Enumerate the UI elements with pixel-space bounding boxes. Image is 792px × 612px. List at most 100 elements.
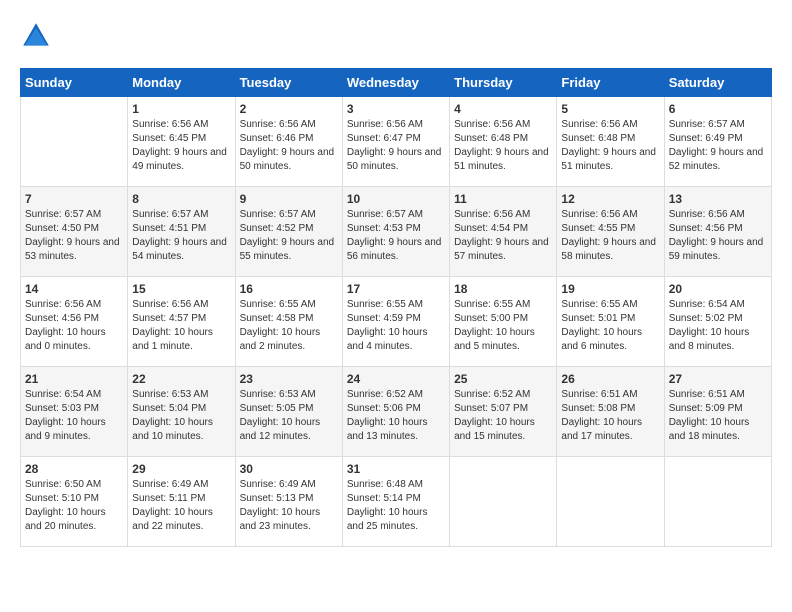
sunrise: Sunrise: 6:52 AM xyxy=(454,389,530,400)
day-info: Sunrise: 6:48 AM Sunset: 5:14 PM Dayligh… xyxy=(347,478,445,534)
sunset: Sunset: 4:54 PM xyxy=(454,223,528,234)
sunrise: Sunrise: 6:55 AM xyxy=(240,299,316,310)
sunset: Sunset: 6:48 PM xyxy=(454,133,528,144)
sunrise: Sunrise: 6:53 AM xyxy=(240,389,316,400)
sunrise: Sunrise: 6:56 AM xyxy=(561,209,637,220)
calendar-cell: 24 Sunrise: 6:52 AM Sunset: 5:06 PM Dayl… xyxy=(342,367,449,457)
daylight: Daylight: 10 hours and 17 minutes. xyxy=(561,417,642,442)
sunrise: Sunrise: 6:54 AM xyxy=(669,299,745,310)
daylight: Daylight: 10 hours and 23 minutes. xyxy=(240,507,321,532)
day-number: 26 xyxy=(561,372,659,386)
calendar-cell: 29 Sunrise: 6:49 AM Sunset: 5:11 PM Dayl… xyxy=(128,457,235,547)
calendar-cell: 25 Sunrise: 6:52 AM Sunset: 5:07 PM Dayl… xyxy=(450,367,557,457)
calendar-cell xyxy=(664,457,771,547)
calendar-cell: 13 Sunrise: 6:56 AM Sunset: 4:56 PM Dayl… xyxy=(664,187,771,277)
day-info: Sunrise: 6:55 AM Sunset: 4:58 PM Dayligh… xyxy=(240,298,338,354)
sunset: Sunset: 5:01 PM xyxy=(561,313,635,324)
day-info: Sunrise: 6:57 AM Sunset: 4:53 PM Dayligh… xyxy=(347,208,445,264)
sunset: Sunset: 5:05 PM xyxy=(240,403,314,414)
calendar-cell: 22 Sunrise: 6:53 AM Sunset: 5:04 PM Dayl… xyxy=(128,367,235,457)
day-number: 28 xyxy=(25,462,123,476)
calendar-cell: 31 Sunrise: 6:48 AM Sunset: 5:14 PM Dayl… xyxy=(342,457,449,547)
calendar-cell: 5 Sunrise: 6:56 AM Sunset: 6:48 PM Dayli… xyxy=(557,97,664,187)
day-info: Sunrise: 6:51 AM Sunset: 5:08 PM Dayligh… xyxy=(561,388,659,444)
daylight: Daylight: 10 hours and 9 minutes. xyxy=(25,417,106,442)
daylight: Daylight: 9 hours and 56 minutes. xyxy=(347,237,442,262)
sunset: Sunset: 6:48 PM xyxy=(561,133,635,144)
day-number: 24 xyxy=(347,372,445,386)
sunset: Sunset: 5:06 PM xyxy=(347,403,421,414)
day-number: 30 xyxy=(240,462,338,476)
daylight: Daylight: 9 hours and 50 minutes. xyxy=(240,147,335,172)
daylight: Daylight: 9 hours and 51 minutes. xyxy=(561,147,656,172)
calendar-cell: 19 Sunrise: 6:55 AM Sunset: 5:01 PM Dayl… xyxy=(557,277,664,367)
day-info: Sunrise: 6:56 AM Sunset: 6:47 PM Dayligh… xyxy=(347,118,445,174)
calendar-cell xyxy=(21,97,128,187)
day-number: 8 xyxy=(132,192,230,206)
daylight: Daylight: 9 hours and 58 minutes. xyxy=(561,237,656,262)
sunrise: Sunrise: 6:56 AM xyxy=(240,119,316,130)
sunset: Sunset: 4:51 PM xyxy=(132,223,206,234)
sunrise: Sunrise: 6:56 AM xyxy=(132,299,208,310)
sunrise: Sunrise: 6:56 AM xyxy=(669,209,745,220)
sunrise: Sunrise: 6:48 AM xyxy=(347,479,423,490)
sunrise: Sunrise: 6:52 AM xyxy=(347,389,423,400)
day-info: Sunrise: 6:55 AM Sunset: 4:59 PM Dayligh… xyxy=(347,298,445,354)
daylight: Daylight: 10 hours and 10 minutes. xyxy=(132,417,213,442)
calendar-cell: 16 Sunrise: 6:55 AM Sunset: 4:58 PM Dayl… xyxy=(235,277,342,367)
header-friday: Friday xyxy=(557,69,664,97)
daylight: Daylight: 9 hours and 51 minutes. xyxy=(454,147,549,172)
calendar-cell xyxy=(557,457,664,547)
calendar-cell: 26 Sunrise: 6:51 AM Sunset: 5:08 PM Dayl… xyxy=(557,367,664,457)
sunset: Sunset: 6:46 PM xyxy=(240,133,314,144)
sunset: Sunset: 6:47 PM xyxy=(347,133,421,144)
day-number: 12 xyxy=(561,192,659,206)
day-number: 4 xyxy=(454,102,552,116)
sunrise: Sunrise: 6:56 AM xyxy=(561,119,637,130)
sunset: Sunset: 4:57 PM xyxy=(132,313,206,324)
header-wednesday: Wednesday xyxy=(342,69,449,97)
day-info: Sunrise: 6:57 AM Sunset: 4:50 PM Dayligh… xyxy=(25,208,123,264)
calendar-cell: 14 Sunrise: 6:56 AM Sunset: 4:56 PM Dayl… xyxy=(21,277,128,367)
day-info: Sunrise: 6:56 AM Sunset: 4:54 PM Dayligh… xyxy=(454,208,552,264)
daylight: Daylight: 10 hours and 15 minutes. xyxy=(454,417,535,442)
sunrise: Sunrise: 6:54 AM xyxy=(25,389,101,400)
calendar-table: SundayMondayTuesdayWednesdayThursdayFrid… xyxy=(20,68,772,547)
sunset: Sunset: 4:56 PM xyxy=(669,223,743,234)
calendar-cell: 1 Sunrise: 6:56 AM Sunset: 6:45 PM Dayli… xyxy=(128,97,235,187)
day-info: Sunrise: 6:56 AM Sunset: 4:56 PM Dayligh… xyxy=(25,298,123,354)
day-info: Sunrise: 6:55 AM Sunset: 5:00 PM Dayligh… xyxy=(454,298,552,354)
day-info: Sunrise: 6:56 AM Sunset: 4:55 PM Dayligh… xyxy=(561,208,659,264)
sunset: Sunset: 4:53 PM xyxy=(347,223,421,234)
calendar-cell: 4 Sunrise: 6:56 AM Sunset: 6:48 PM Dayli… xyxy=(450,97,557,187)
sunset: Sunset: 4:50 PM xyxy=(25,223,99,234)
day-number: 7 xyxy=(25,192,123,206)
day-number: 18 xyxy=(454,282,552,296)
day-info: Sunrise: 6:56 AM Sunset: 6:45 PM Dayligh… xyxy=(132,118,230,174)
calendar-cell: 27 Sunrise: 6:51 AM Sunset: 5:09 PM Dayl… xyxy=(664,367,771,457)
day-number: 27 xyxy=(669,372,767,386)
sunrise: Sunrise: 6:56 AM xyxy=(454,209,530,220)
day-number: 23 xyxy=(240,372,338,386)
header-thursday: Thursday xyxy=(450,69,557,97)
sunrise: Sunrise: 6:57 AM xyxy=(132,209,208,220)
daylight: Daylight: 10 hours and 4 minutes. xyxy=(347,327,428,352)
calendar-cell: 17 Sunrise: 6:55 AM Sunset: 4:59 PM Dayl… xyxy=(342,277,449,367)
daylight: Daylight: 10 hours and 8 minutes. xyxy=(669,327,750,352)
day-info: Sunrise: 6:55 AM Sunset: 5:01 PM Dayligh… xyxy=(561,298,659,354)
day-info: Sunrise: 6:54 AM Sunset: 5:03 PM Dayligh… xyxy=(25,388,123,444)
daylight: Daylight: 10 hours and 20 minutes. xyxy=(25,507,106,532)
week-row-4: 21 Sunrise: 6:54 AM Sunset: 5:03 PM Dayl… xyxy=(21,367,772,457)
day-info: Sunrise: 6:56 AM Sunset: 4:56 PM Dayligh… xyxy=(669,208,767,264)
logo xyxy=(20,20,56,52)
logo-icon xyxy=(20,20,52,52)
sunset: Sunset: 4:56 PM xyxy=(25,313,99,324)
daylight: Daylight: 9 hours and 57 minutes. xyxy=(454,237,549,262)
sunrise: Sunrise: 6:57 AM xyxy=(240,209,316,220)
sunrise: Sunrise: 6:56 AM xyxy=(132,119,208,130)
sunset: Sunset: 5:03 PM xyxy=(25,403,99,414)
day-number: 20 xyxy=(669,282,767,296)
day-info: Sunrise: 6:52 AM Sunset: 5:07 PM Dayligh… xyxy=(454,388,552,444)
daylight: Daylight: 10 hours and 6 minutes. xyxy=(561,327,642,352)
sunrise: Sunrise: 6:56 AM xyxy=(454,119,530,130)
